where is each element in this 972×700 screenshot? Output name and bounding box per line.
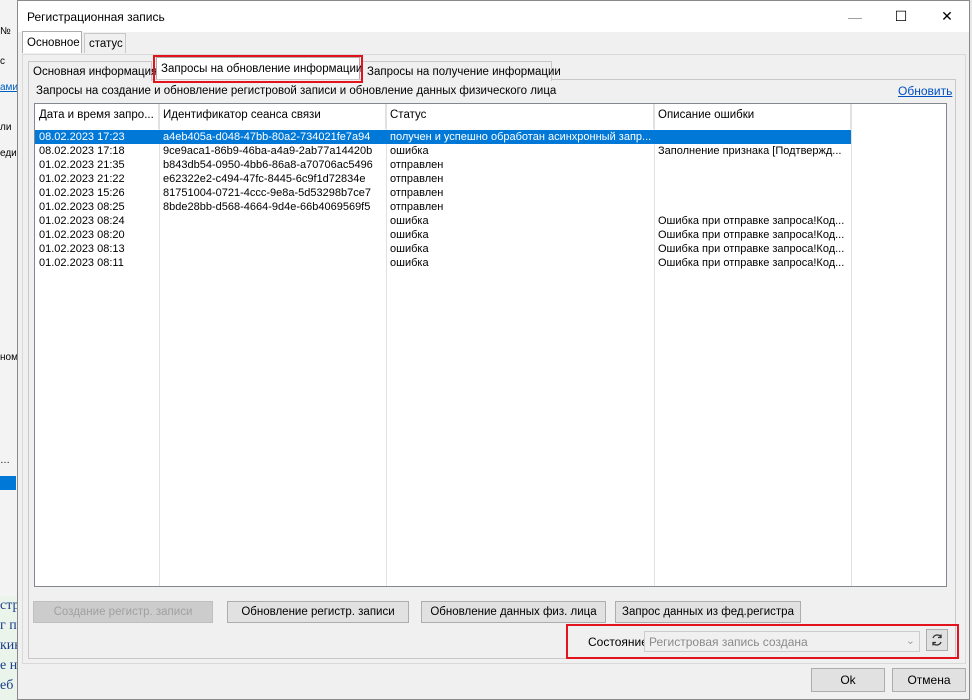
close-icon: ✕ bbox=[941, 8, 953, 24]
cell-error bbox=[654, 158, 851, 172]
cell-date: 01.02.2023 21:22 bbox=[39, 173, 125, 185]
cell-date: 01.02.2023 08:24 bbox=[39, 215, 125, 227]
tab-basic-info[interactable]: Основная информация bbox=[28, 61, 157, 81]
cell-error bbox=[654, 172, 851, 186]
tab-update-requests[interactable]: Запросы на обновление информации bbox=[156, 57, 362, 79]
bg-fragment: г п bbox=[0, 618, 17, 633]
table-row[interactable]: 01.02.2023 08:24 ошибка Ошибка при отправк… bbox=[35, 214, 851, 228]
panel-caption: Запросы на создание и обновление регистр… bbox=[36, 85, 557, 97]
bg-fragment: стр bbox=[0, 598, 18, 613]
cell-status: получен и успешно обработан асинхронный … bbox=[390, 131, 652, 143]
cell-session: e62322e2-c494-47fc-8445-6c9f1d72834e bbox=[163, 173, 366, 185]
column-header-status[interactable]: Статус bbox=[386, 104, 654, 129]
state-label: Состояние: bbox=[588, 635, 652, 649]
cell-error: Заполнение признака [Подтвержд... bbox=[658, 145, 842, 157]
cell-error: Ошибка при отправке запроса!Код... bbox=[658, 229, 845, 241]
cell-date: 01.02.2023 08:20 bbox=[39, 229, 125, 241]
refresh-link[interactable]: Обновить bbox=[898, 84, 952, 98]
tab-main[interactable]: Основное bbox=[22, 31, 82, 53]
bg-fragment: еб bbox=[0, 678, 14, 693]
cell-date: 01.02.2023 15:26 bbox=[39, 187, 125, 199]
cell-session: 9ce9aca1-86b9-46ba-a4a9-2ab77a14420b bbox=[163, 145, 373, 157]
table-header: Дата и время запро... Идентификатор сеан… bbox=[35, 104, 946, 129]
bg-fragment: с bbox=[0, 56, 5, 67]
column-divider bbox=[851, 104, 852, 586]
cell-session bbox=[159, 214, 386, 228]
cell-session: 8bde28bb-d568-4664-9d4e-66b4069569f5 bbox=[163, 201, 371, 213]
cell-date: 01.02.2023 08:25 bbox=[39, 201, 125, 213]
cell-date: 01.02.2023 08:11 bbox=[39, 257, 124, 269]
refresh-icon bbox=[932, 634, 942, 646]
update-person-button[interactable]: Обновление данных физ. лица bbox=[421, 601, 606, 623]
bg-fragment: ами bbox=[0, 82, 18, 93]
title-bar[interactable]: Регистрационная запись — ☐ ✕ bbox=[18, 1, 969, 32]
table-row[interactable]: 01.02.2023 21:22 e62322e2-c494-47fc-8445-… bbox=[35, 172, 851, 186]
bg-fragment: еди bbox=[0, 148, 17, 159]
window-title: Регистрационная запись bbox=[27, 10, 165, 24]
table-row[interactable]: 01.02.2023 08:13 ошибка Ошибка при отправк… bbox=[35, 242, 851, 256]
cell-date: 08.02.2023 17:18 bbox=[39, 145, 125, 157]
table-row[interactable]: 01.02.2023 15:26 81751004-0721-4ccc-9e8a-… bbox=[35, 186, 851, 200]
column-header-session[interactable]: Идентификатор сеанса связи bbox=[159, 104, 386, 129]
bg-fragment: кин bbox=[0, 638, 18, 653]
minimize-icon: — bbox=[848, 8, 862, 25]
table-row[interactable]: 01.02.2023 08:20 ошибка Ошибка при отправк… bbox=[35, 228, 851, 242]
cancel-button[interactable]: Отмена bbox=[892, 668, 966, 692]
cell-session: a4eb405a-d048-47bb-80a2-734021fe7a94 bbox=[163, 131, 371, 143]
cell-session bbox=[159, 256, 386, 270]
bg-fragment: … bbox=[0, 455, 10, 466]
cell-session: 81751004-0721-4ccc-9e8a-5d53298b7ce7 bbox=[163, 187, 371, 199]
update-record-button[interactable]: Обновление регистр. записи bbox=[227, 601, 409, 623]
cell-session bbox=[159, 242, 386, 256]
column-header-error[interactable]: Описание ошибки bbox=[654, 104, 851, 129]
table-row[interactable]: 08.02.2023 17:23 a4eb405a-d048-47bb-80a2-… bbox=[35, 130, 851, 144]
tab-get-requests[interactable]: Запросы на получение информации bbox=[362, 61, 561, 81]
cell-status: отправлен bbox=[390, 173, 444, 185]
cell-error: Ошибка при отправке запроса!Код... bbox=[658, 215, 845, 227]
cell-status: ошибка bbox=[390, 145, 429, 157]
tab-status[interactable]: статус bbox=[84, 33, 126, 53]
cell-date: 01.02.2023 21:35 bbox=[39, 159, 125, 171]
cell-status: ошибка bbox=[390, 215, 429, 227]
state-select[interactable]: Регистровая запись создана ⌄ bbox=[644, 631, 920, 652]
cell-error bbox=[654, 200, 851, 214]
cell-status: отправлен bbox=[390, 159, 444, 171]
fed-registry-request-button[interactable]: Запрос данных из фед.регистра bbox=[615, 601, 801, 623]
bg-selected-row bbox=[0, 476, 16, 490]
column-header-date[interactable]: Дата и время запро... bbox=[35, 104, 159, 129]
table-row[interactable]: 01.02.2023 21:35 b843db54-0950-4bb6-86a8-… bbox=[35, 158, 851, 172]
cell-status: ошибка bbox=[390, 243, 429, 255]
table-row[interactable]: 08.02.2023 17:18 9ce9aca1-86b9-46ba-a4a9-… bbox=[35, 144, 851, 158]
cell-session bbox=[159, 228, 386, 242]
cell-error: Ошибка при отправке запроса!Код... bbox=[658, 257, 845, 269]
bg-fragment: ли bbox=[0, 122, 12, 133]
cell-status: отправлен bbox=[390, 201, 444, 213]
maximize-button[interactable]: ☐ bbox=[878, 1, 924, 32]
cell-error: Ошибка при отправке запроса!Код... bbox=[658, 243, 845, 255]
cell-status: ошибка bbox=[390, 229, 429, 241]
state-refresh-button[interactable] bbox=[926, 629, 948, 651]
chevron-down-icon: ⌄ bbox=[905, 635, 915, 647]
state-value: Регистровая запись создана bbox=[649, 635, 808, 649]
cell-error bbox=[654, 130, 851, 144]
requests-table[interactable]: Дата и время запро... Идентификатор сеан… bbox=[34, 103, 947, 587]
ok-button[interactable]: Ok bbox=[811, 668, 885, 692]
cell-status: отправлен bbox=[390, 187, 444, 199]
table-row[interactable]: 01.02.2023 08:11 ошибка Ошибка при отправк… bbox=[35, 256, 851, 270]
create-record-button[interactable]: Создание регистр. записи bbox=[33, 601, 213, 623]
cell-session: b843db54-0950-4bb6-86a8-a70706ac5496 bbox=[163, 159, 373, 171]
cell-error bbox=[654, 186, 851, 200]
bg-fragment: е н bbox=[0, 658, 18, 673]
maximize-icon: ☐ bbox=[894, 8, 908, 24]
registration-dialog: Регистрационная запись — ☐ ✕ Основное ст… bbox=[17, 0, 970, 700]
cell-status: ошибка bbox=[390, 257, 429, 269]
cell-date: 08.02.2023 17:23 bbox=[39, 131, 125, 143]
close-button[interactable]: ✕ bbox=[924, 1, 970, 32]
minimize-button[interactable]: — bbox=[832, 1, 878, 32]
table-row[interactable]: 01.02.2023 08:25 8bde28bb-d568-4664-9d4e-… bbox=[35, 200, 851, 214]
bg-fragment: ном bbox=[0, 352, 18, 363]
cell-date: 01.02.2023 08:13 bbox=[39, 243, 125, 255]
bg-fragment: № bbox=[0, 26, 11, 37]
